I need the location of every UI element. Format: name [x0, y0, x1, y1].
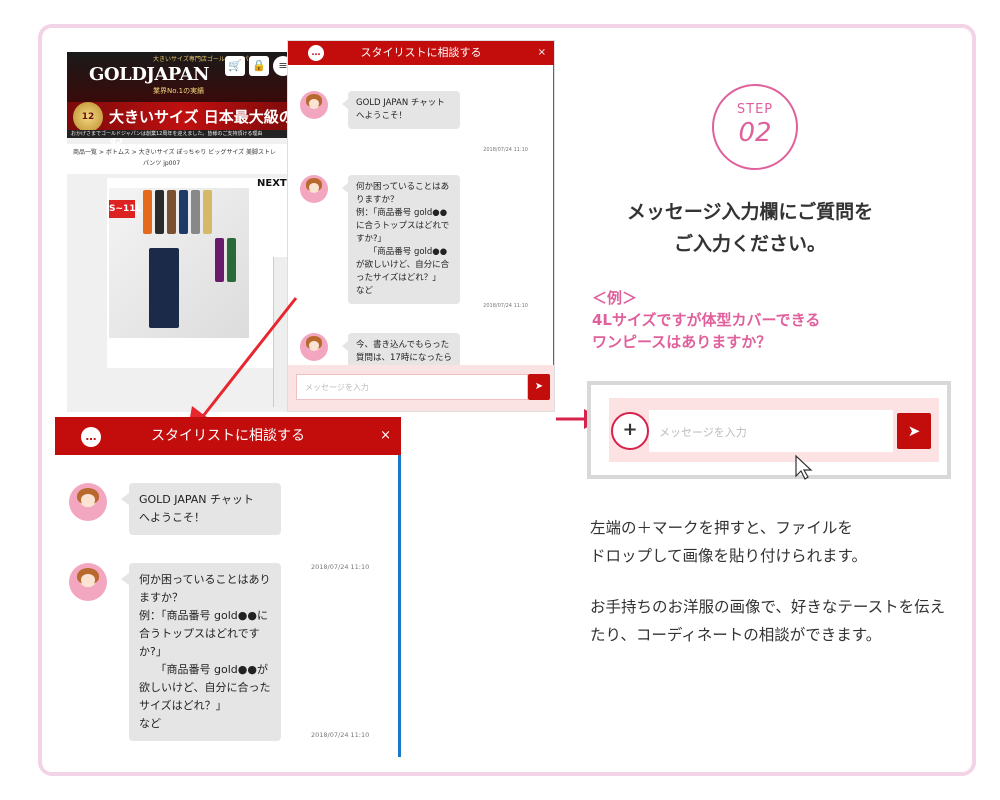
chat-window-small: … スタイリストに相談する × GOLD JAPAN チャット へようこそ！ 2… — [287, 40, 555, 412]
banner-note: おかげさまでゴールドジャパンは創業12周年を迎えました。皆様のご支持頂ける理由 — [67, 130, 300, 138]
message-input[interactable]: メッセージを入力 — [296, 374, 528, 400]
chat-message: 何か困っていることはありますか？ 例：「商品番号 gold●●に合うトップスはど… — [121, 563, 281, 741]
scrollbar[interactable] — [553, 65, 554, 365]
lock-icon[interactable]: 🔒 — [249, 56, 269, 76]
pants-swatch — [191, 190, 200, 234]
example-block: ＜例＞ 4Lサイズですが体型カバーできる ワンピースはありますか？ — [592, 287, 820, 353]
banner-subtitle: 業界No.1の実績 — [153, 87, 205, 95]
chat-message: 何か困っていることはありますか？ 例：「商品番号 gold●●に合うトップスはど… — [342, 175, 460, 304]
chat-header: … スタイリストに相談する × — [55, 417, 401, 455]
example-line: 4Lサイズですが体型カバーできる — [592, 311, 821, 329]
pants-swatch — [143, 190, 152, 234]
size-range-label: S~11L — [109, 200, 141, 218]
description-consult: お手持ちのお洋服の画像で、好きなテーストを伝えたり、コーディネートの相談ができま… — [590, 598, 946, 644]
site-logo: GOLDJAPAN — [89, 64, 209, 85]
stylist-avatar — [300, 91, 328, 119]
cart-icon[interactable]: 🛒 — [225, 56, 245, 76]
banner-title: 大きいサイズ 日本最大級のお — [109, 108, 294, 147]
chat-title: スタイリストに相談する — [360, 46, 482, 59]
stylist-avatar — [69, 563, 107, 601]
breadcrumb: 商品一覧 > ボトムス > 大きいサイズ ぽっちゃり ビッグサイズ 美脚ストレ … — [67, 144, 300, 174]
pants-swatch — [203, 190, 212, 234]
chat-title: スタイリストに相談する — [151, 428, 305, 444]
step-number: 02 — [738, 118, 772, 148]
step-label: STEP — [736, 102, 774, 117]
close-icon[interactable]: × — [380, 417, 391, 455]
send-icon[interactable]: ➤ — [897, 413, 931, 449]
chat-messages: GOLD JAPAN チャット へようこそ！ 2018/07/24 11:10 … — [288, 65, 554, 384]
model-legs — [149, 248, 179, 328]
pants-swatch — [167, 190, 176, 234]
pants-swatch — [179, 190, 188, 234]
input-demo: + メッセージを入力 ➤ — [587, 381, 951, 479]
close-icon[interactable]: × — [538, 41, 546, 65]
chat-message: GOLD JAPAN チャット へようこそ！ — [121, 483, 281, 535]
stylist-avatar — [69, 483, 107, 521]
breadcrumb-product: パンツ jp007 — [143, 160, 181, 167]
pants-swatch — [155, 190, 164, 234]
demo-input-bar: + メッセージを入力 ➤ — [609, 398, 939, 462]
example-line: ワンピースはありますか？ — [592, 333, 772, 351]
stylist-avatar — [300, 175, 328, 203]
message-timestamp: 2018/07/24 11:10 — [311, 731, 370, 739]
message-timestamp: 2018/07/24 11:10 — [483, 147, 528, 153]
anniversary-badge: 12 — [73, 102, 103, 132]
description-attach: 左端の＋マークを押すと、ファイルを ドロップして画像を貼り付けられます。 — [590, 519, 867, 565]
demo-message-input[interactable]: メッセージを入力 — [649, 410, 893, 452]
breadcrumb-line[interactable]: 商品一覧 > ボトムス > 大きいサイズ ぽっちゃり ビッグサイズ 美脚ストレ — [73, 147, 294, 158]
step-badge: STEP 02 — [712, 84, 798, 170]
attach-plus-button[interactable]: + — [611, 412, 649, 450]
message-timestamp: 2018/07/24 11:10 — [483, 303, 528, 309]
pants-swatch — [215, 238, 224, 282]
stylist-avatar — [300, 333, 328, 361]
send-icon[interactable]: ➤ — [528, 374, 550, 400]
step-heading: メッセージ入力欄にご質問を ご入力ください。 — [626, 201, 874, 255]
chat-window-large: … スタイリストに相談する × GOLD JAPAN チャット へようこそ！ 2… — [55, 417, 401, 757]
chat-bubble-icon: … — [308, 45, 324, 61]
scrollbar[interactable] — [398, 455, 401, 757]
example-title: ＜例＞ — [592, 289, 638, 307]
chat-header: … スタイリストに相談する × — [288, 41, 554, 65]
cursor-icon — [795, 454, 813, 480]
pants-swatch — [227, 238, 236, 282]
message-timestamp: 2018/07/24 11:10 — [311, 563, 370, 571]
chat-input-bar: メッセージを入力 ➤ — [288, 365, 554, 411]
chat-bubble-icon: … — [81, 427, 101, 447]
chat-message: GOLD JAPAN チャット へようこそ！ — [342, 91, 460, 129]
